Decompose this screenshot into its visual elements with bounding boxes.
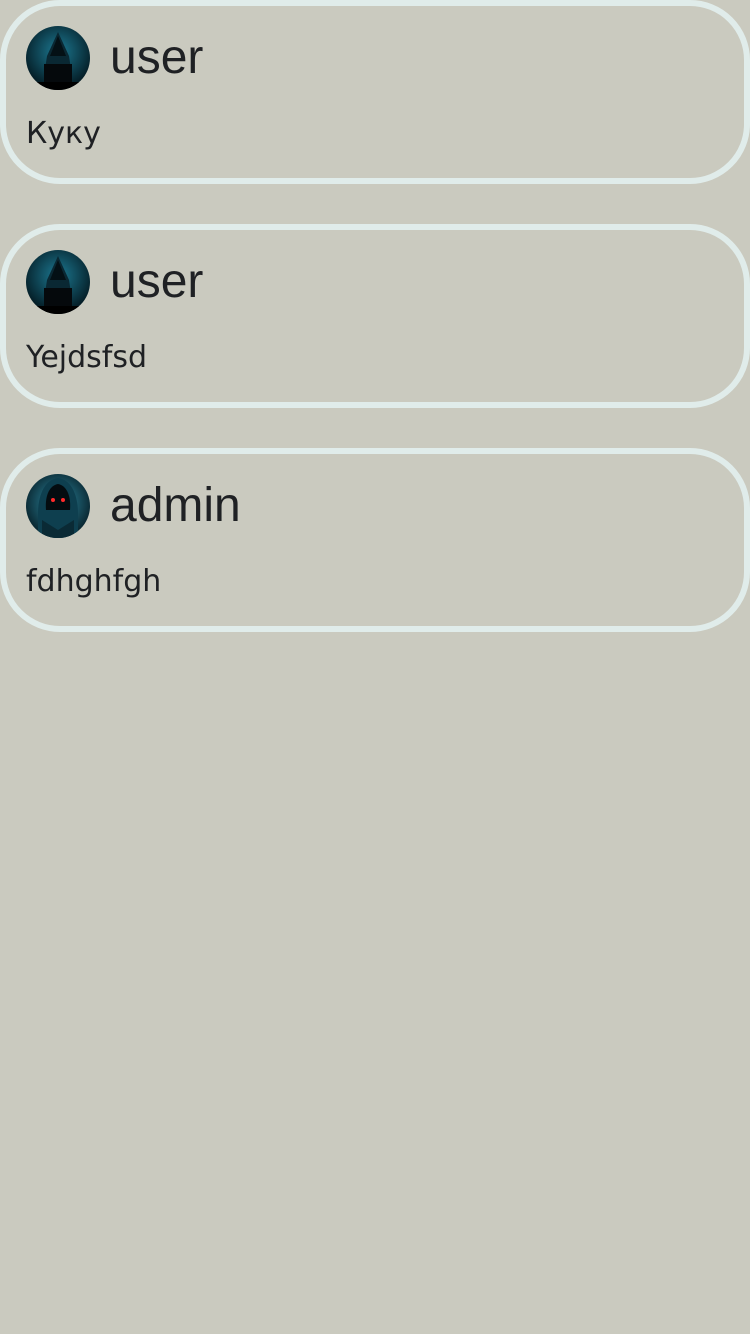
hooded-figure-red-eyes-avatar-icon[interactable]: [26, 474, 90, 538]
post-message-text: Yejdsfsd: [26, 340, 148, 375]
hooded-hacker-laptop-avatar-icon[interactable]: [26, 26, 90, 90]
post-author-name: admin: [110, 479, 241, 532]
hooded-hacker-laptop-avatar-icon[interactable]: [26, 250, 90, 314]
post-card[interactable]: user Yejdsfsd: [0, 224, 750, 408]
post-card[interactable]: admin fdhghfgh: [0, 448, 750, 632]
post-message-text: Куку: [26, 116, 101, 151]
post-author-name: user: [110, 31, 204, 84]
post-card[interactable]: user Куку: [0, 0, 750, 184]
post-author-name: user: [110, 255, 204, 308]
post-message-text: fdhghfgh: [26, 564, 162, 599]
